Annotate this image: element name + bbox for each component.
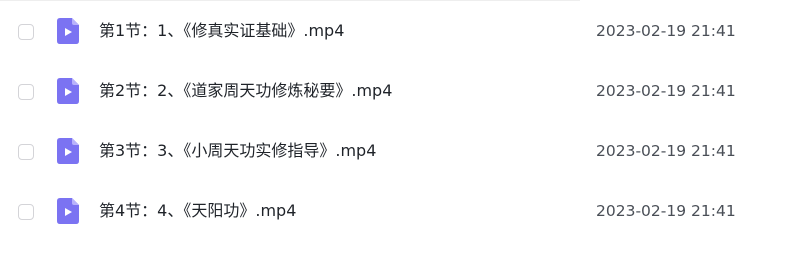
- file-row[interactable]: 第4节：4、《天阳功》.mp4 2023-02-19 21:41: [0, 186, 800, 246]
- file-row[interactable]: 第1节：1、《修真实证基础》.mp4 2023-02-19 21:41: [0, 6, 800, 66]
- video-file-icon: [57, 198, 79, 224]
- file-name[interactable]: 第1节：1、《修真实证基础》.mp4: [99, 19, 344, 43]
- file-date: 2023-02-19 21:41: [596, 142, 736, 160]
- row-checkbox[interactable]: [18, 84, 34, 100]
- file-date: 2023-02-19 21:41: [596, 202, 736, 220]
- file-row[interactable]: 第3节：3、《小周天功实修指导》.mp4 2023-02-19 21:41: [0, 126, 800, 186]
- video-file-icon: [57, 138, 79, 164]
- file-list: 第1节：1、《修真实证基础》.mp4 2023-02-19 21:41 第2节：…: [0, 0, 800, 271]
- file-name[interactable]: 第4节：4、《天阳功》.mp4: [99, 199, 296, 223]
- file-name[interactable]: 第2节：2、《道家周天功修炼秘要》.mp4: [99, 79, 392, 103]
- divider: [0, 0, 580, 1]
- row-checkbox[interactable]: [18, 144, 34, 160]
- row-checkbox[interactable]: [18, 24, 34, 40]
- file-date: 2023-02-19 21:41: [596, 82, 736, 100]
- file-row[interactable]: 第2节：2、《道家周天功修炼秘要》.mp4 2023-02-19 21:41: [0, 66, 800, 126]
- file-date: 2023-02-19 21:41: [596, 22, 736, 40]
- video-file-icon: [57, 78, 79, 104]
- file-name[interactable]: 第3节：3、《小周天功实修指导》.mp4: [99, 139, 376, 163]
- video-file-icon: [57, 18, 79, 44]
- row-checkbox[interactable]: [18, 204, 34, 220]
